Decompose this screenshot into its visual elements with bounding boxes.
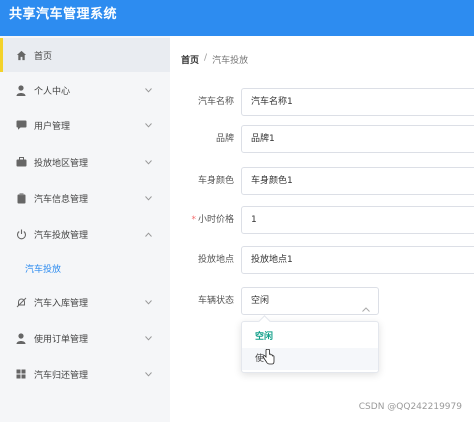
status-label: 车辆状态	[197, 296, 234, 306]
form-row-color: 车身颜色 车身颜色1	[170, 167, 474, 195]
form-row-location: 投放地点 投放地点1	[170, 246, 474, 274]
car-name-input[interactable]: 汽车名称1	[241, 88, 474, 116]
user-icon	[14, 84, 28, 96]
sidebar-item-region-management[interactable]: 投放地区管理	[0, 145, 170, 179]
brand-input[interactable]: 品牌1	[241, 125, 474, 153]
chevron-down-icon	[143, 371, 153, 377]
watermark: CSDN @QQ242219979	[358, 402, 462, 412]
briefcase-icon	[14, 157, 28, 167]
chevron-down-icon	[143, 87, 153, 93]
sidebar-item-home[interactable]: 首页	[0, 38, 170, 72]
sidebar-item-label: 首页	[34, 51, 53, 62]
clipboard-icon	[14, 192, 28, 204]
sidebar-item-personal-center[interactable]: 个人中心	[0, 73, 170, 107]
chevron-down-icon	[143, 159, 153, 165]
breadcrumb-home[interactable]: 首页	[181, 53, 199, 66]
chevron-down-icon	[143, 122, 153, 128]
sidebar-item-label: 汽车入库管理	[34, 298, 89, 309]
power-icon	[14, 229, 28, 240]
status-select[interactable]: 空闲	[241, 287, 379, 315]
app-header: 共享汽车管理系统	[0, 0, 474, 36]
form-row-hourly-price: * 小时价格 1	[170, 206, 474, 234]
form-row-car-name: 汽车名称 汽车名称1	[170, 88, 474, 116]
form-row-brand: 品牌 品牌1	[170, 125, 474, 153]
sidebar-item-label: 汽车归还管理	[34, 370, 89, 381]
hourly-price-label-text: 小时价格	[197, 215, 234, 225]
app-title: 共享汽车管理系统	[9, 7, 118, 22]
home-icon	[14, 50, 28, 61]
sidebar-item-label: 使用订单管理	[34, 334, 89, 345]
sidebar-subitem-car-deploy[interactable]: 汽车投放	[0, 253, 170, 283]
sidebar-item-label: 汽车信息管理	[34, 194, 89, 205]
sidebar-item-car-deploy-management[interactable]: 汽车投放管理	[0, 217, 170, 251]
breadcrumb-current: 汽车投放	[212, 56, 249, 66]
sidebar-item-car-return-management[interactable]: 汽车归还管理	[0, 357, 170, 391]
sidebar-item-user-management[interactable]: 用户管理	[0, 108, 170, 142]
dropdown-option-idle[interactable]: 空闲	[242, 326, 378, 348]
required-mark: *	[191, 215, 196, 225]
chevron-down-icon	[143, 195, 153, 201]
sidebar-item-order-management[interactable]: 使用订单管理	[0, 321, 170, 355]
sidebar: 首页 个人中心 用户管理 投放地区管理 汽车信息管理 汽车投放管理 汽车投放 汽…	[0, 36, 170, 422]
sidebar-item-label: 个人中心	[34, 86, 71, 97]
car-name-label: 汽车名称	[197, 97, 234, 107]
brand-label: 品牌	[215, 134, 234, 144]
sidebar-item-label: 用户管理	[34, 121, 71, 132]
color-input[interactable]: 车身颜色1	[241, 167, 474, 195]
breadcrumb: 首页 / 汽车投放	[181, 53, 248, 66]
sidebar-item-car-storage-management[interactable]: 汽车入库管理	[0, 285, 170, 319]
grid-icon	[14, 369, 28, 379]
sidebar-item-car-info-management[interactable]: 汽车信息管理	[0, 181, 170, 215]
breadcrumb-separator: /	[204, 53, 208, 63]
chevron-down-icon	[143, 335, 153, 341]
status-select-value: 空闲	[251, 296, 270, 306]
sidebar-item-label: 投放地区管理	[34, 158, 89, 169]
form-row-status: 车辆状态 空闲	[170, 287, 474, 315]
location-label: 投放地点	[197, 255, 234, 265]
location-input[interactable]: 投放地点1	[241, 246, 474, 274]
sidebar-item-label: 汽车投放管理	[34, 230, 89, 241]
chat-icon	[14, 120, 28, 130]
chevron-up-icon	[143, 231, 153, 237]
no-bell-icon	[14, 297, 28, 308]
chevron-down-icon	[143, 299, 153, 305]
user-icon	[14, 332, 28, 344]
hourly-price-label: * 小时价格	[191, 206, 234, 234]
chevron-up-icon	[362, 297, 370, 323]
hourly-price-input[interactable]: 1	[241, 206, 474, 234]
color-label: 车身颜色	[197, 176, 234, 186]
hand-cursor-icon	[262, 348, 275, 368]
